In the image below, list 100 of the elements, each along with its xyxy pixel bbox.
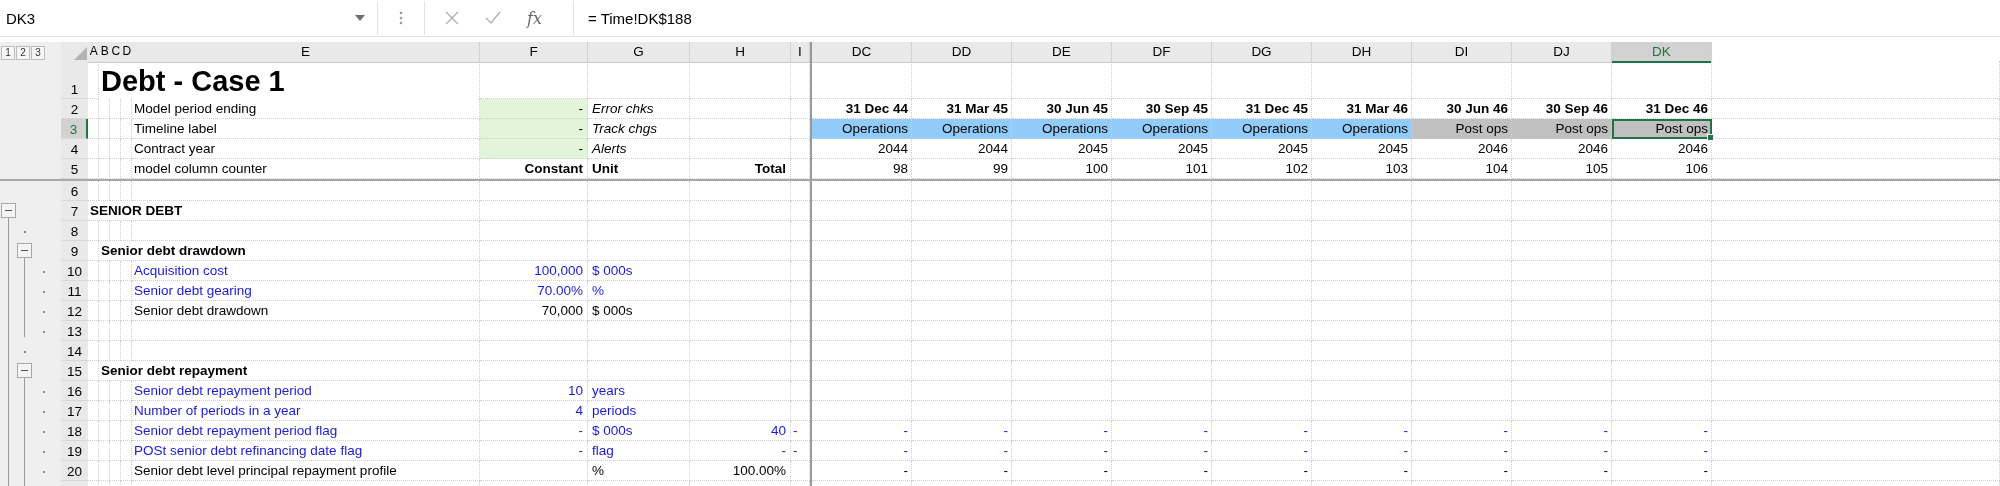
empty-cell bbox=[121, 421, 132, 441]
insert-function-button[interactable]: fx bbox=[527, 8, 542, 28]
column-header[interactable]: C bbox=[110, 42, 121, 63]
outline-level-button[interactable]: 3 bbox=[31, 45, 45, 60]
column-header[interactable]: DI bbox=[1412, 42, 1512, 63]
empty-cell bbox=[88, 119, 99, 139]
row-header[interactable]: 12 bbox=[61, 301, 88, 321]
table-cell: - bbox=[1212, 461, 1312, 481]
table-cell: - bbox=[1212, 441, 1312, 461]
column-header[interactable]: H bbox=[690, 42, 791, 63]
empty-cell bbox=[791, 301, 810, 321]
row-header[interactable]: 4 bbox=[61, 139, 88, 159]
cancel-icon[interactable] bbox=[445, 11, 459, 25]
row-header[interactable]: 14 bbox=[61, 341, 88, 361]
collapse-button[interactable] bbox=[17, 243, 32, 258]
collapse-button[interactable] bbox=[1, 203, 16, 218]
name-box[interactable]: DK3 bbox=[0, 1, 378, 35]
column-header[interactable]: DK bbox=[1612, 42, 1712, 63]
table-cell: 4 bbox=[480, 401, 588, 421]
table-cell: - bbox=[1112, 441, 1212, 461]
column-header[interactable]: DG bbox=[1212, 42, 1312, 63]
empty-cell bbox=[99, 281, 110, 301]
row-header[interactable]: 18 bbox=[61, 421, 88, 441]
outline-level-button[interactable]: 1 bbox=[1, 45, 15, 60]
empty-cell bbox=[88, 181, 99, 201]
formula-field[interactable]: = Time!DK$188 bbox=[574, 9, 692, 27]
table-cell: - bbox=[1512, 461, 1612, 481]
row-header[interactable]: 7 bbox=[61, 201, 88, 221]
table-cell: 2045 bbox=[1112, 139, 1212, 159]
empty-cell bbox=[110, 461, 121, 481]
row-header[interactable]: 16 bbox=[61, 381, 88, 401]
empty-cell bbox=[88, 99, 99, 119]
empty-cell bbox=[110, 381, 121, 401]
table-cell: Track chgs bbox=[588, 119, 690, 139]
empty-cell bbox=[121, 261, 132, 281]
empty-cell bbox=[110, 301, 121, 321]
check-icon[interactable] bbox=[485, 11, 501, 25]
row-header[interactable]: 9 bbox=[61, 241, 88, 261]
column-header[interactable]: DF bbox=[1112, 42, 1212, 63]
column-header[interactable]: I bbox=[791, 42, 810, 63]
column-header[interactable]: D bbox=[121, 42, 132, 63]
row-label: Model period ending bbox=[132, 99, 480, 119]
empty-cell bbox=[99, 461, 110, 481]
empty-cell bbox=[121, 401, 132, 421]
empty-cell bbox=[791, 159, 810, 179]
column-header[interactable]: DJ bbox=[1512, 42, 1612, 63]
empty-cell bbox=[99, 441, 110, 461]
outline-level-button[interactable]: 2 bbox=[16, 45, 30, 60]
column-header[interactable]: F bbox=[480, 42, 588, 63]
empty-cell bbox=[110, 261, 121, 281]
minus-icon bbox=[21, 250, 28, 251]
column-header[interactable]: B bbox=[99, 42, 110, 63]
row-header[interactable]: 10 bbox=[61, 261, 88, 281]
row-header[interactable]: 19 bbox=[61, 441, 88, 461]
table-cell: - bbox=[480, 119, 588, 139]
column-header[interactable]: DE bbox=[1012, 42, 1112, 63]
empty-cell bbox=[121, 119, 132, 139]
table-cell: Operations bbox=[912, 119, 1012, 139]
row-header[interactable]: 20 bbox=[61, 461, 88, 481]
empty-cell bbox=[99, 139, 110, 159]
minus-icon bbox=[5, 210, 12, 211]
empty-cell bbox=[88, 461, 99, 481]
table-cell: 70.00% bbox=[480, 281, 588, 301]
fill-handle[interactable] bbox=[1707, 134, 1714, 141]
column-header[interactable]: DD bbox=[912, 42, 1012, 63]
drag-handle-icon[interactable] bbox=[399, 11, 403, 25]
table-cell: $ 000s bbox=[588, 421, 690, 441]
table-cell: - bbox=[1312, 441, 1412, 461]
empty-cell bbox=[121, 341, 132, 361]
row-header[interactable]: 13 bbox=[61, 321, 88, 341]
select-all-button[interactable] bbox=[61, 42, 88, 63]
triangle-icon bbox=[74, 47, 87, 60]
row-label: Senior debt repayment period bbox=[132, 381, 480, 401]
row-header[interactable]: 5 bbox=[61, 159, 88, 179]
column-header[interactable]: DC bbox=[812, 42, 912, 63]
empty-cell bbox=[99, 159, 110, 179]
column-header[interactable]: E bbox=[132, 42, 480, 63]
empty-cell bbox=[99, 99, 110, 119]
row-header[interactable]: 3 bbox=[61, 119, 88, 139]
table-cell: 2045 bbox=[1012, 139, 1112, 159]
table-cell: 102 bbox=[1212, 159, 1312, 179]
collapse-button[interactable] bbox=[17, 363, 32, 378]
row-header[interactable]: 2 bbox=[61, 99, 88, 119]
column-header[interactable]: DH bbox=[1312, 42, 1412, 63]
row-header[interactable]: 15 bbox=[61, 361, 88, 381]
empty-cell bbox=[99, 181, 110, 201]
table-cell: 103 bbox=[1312, 159, 1412, 179]
table-cell: 40 bbox=[690, 421, 791, 441]
row-label: Senior debt repayment period flag bbox=[132, 421, 480, 441]
table-cell: - bbox=[791, 441, 810, 461]
table-cell: Operations bbox=[1312, 119, 1412, 139]
row-header[interactable]: 11 bbox=[61, 281, 88, 301]
row-header[interactable]: 8 bbox=[61, 221, 88, 241]
row-header[interactable]: 17 bbox=[61, 401, 88, 421]
empty-cell bbox=[99, 341, 110, 361]
table-cell: - bbox=[1212, 421, 1312, 441]
column-header[interactable]: G bbox=[588, 42, 690, 63]
row-header[interactable]: 1 bbox=[61, 61, 88, 99]
row-header[interactable]: 6 bbox=[61, 181, 88, 201]
empty-cell bbox=[121, 159, 132, 179]
